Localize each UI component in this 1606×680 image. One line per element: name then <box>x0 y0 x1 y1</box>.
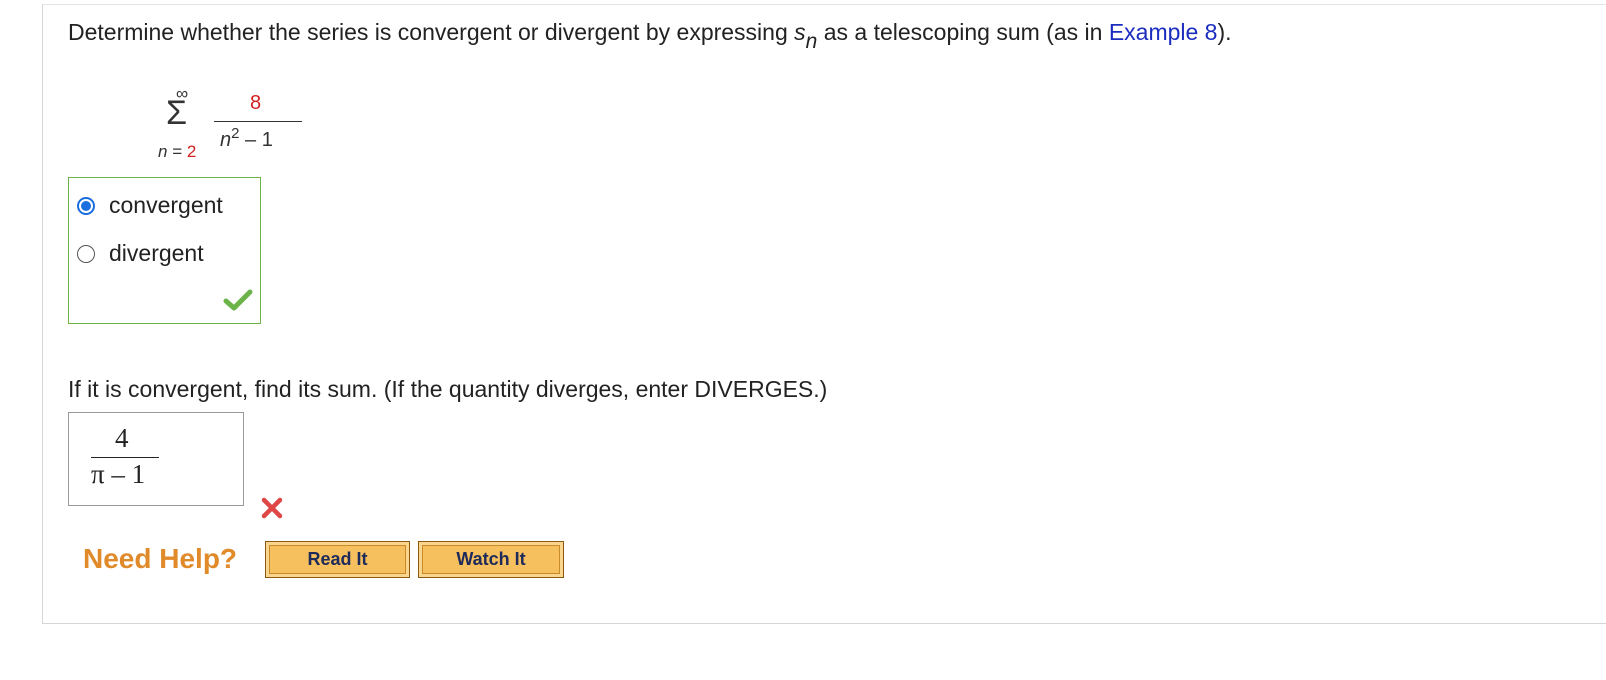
sum-answer-input[interactable]: 4 π – 1 <box>68 412 244 506</box>
choice-convergent[interactable]: convergent <box>77 192 223 219</box>
den-variable: n <box>220 129 232 151</box>
watch-it-button[interactable]: Watch It <box>418 541 564 578</box>
example-link[interactable]: Example 8 <box>1109 19 1218 45</box>
answer-choices: convergent divergent <box>68 177 261 324</box>
question-prefix: Determine whether the series is converge… <box>68 19 795 45</box>
x-mark-icon <box>261 497 283 519</box>
series-denominator: n2 – 1 <box>220 125 273 152</box>
choice-label-divergent: divergent <box>109 240 204 266</box>
answer-denominator: π – 1 <box>91 459 146 489</box>
answer-fraction-bar <box>91 457 159 458</box>
sum-question-text: If it is convergent, find its sum. (If t… <box>68 376 828 402</box>
radio-convergent[interactable] <box>77 196 95 215</box>
read-it-button[interactable]: Read It <box>265 541 410 578</box>
s-variable: s <box>794 19 806 45</box>
checkmark-icon <box>223 289 253 311</box>
lower-limit-eq: = <box>167 142 187 161</box>
series-numerator: 8 <box>250 92 262 114</box>
need-help-label: Need Help? <box>83 543 238 574</box>
sigma-symbol: Σ <box>166 94 188 132</box>
choice-divergent[interactable]: divergent <box>77 240 204 267</box>
lower-limit-value: 2 <box>186 142 197 161</box>
series-expression: ∞ Σ n = 2 8 n2 – 1 <box>150 84 320 169</box>
question-middle: as a telescoping sum (as in <box>817 19 1109 45</box>
radio-divergent[interactable] <box>77 244 95 263</box>
den-rest: – 1 <box>239 129 273 151</box>
den-exponent: 2 <box>231 125 240 142</box>
sum-lower-limit: n = 2 <box>158 142 196 162</box>
answer-numerator: 4 <box>115 423 129 453</box>
choice-label-convergent: convergent <box>109 192 223 218</box>
question-suffix: ). <box>1217 19 1232 45</box>
fraction-bar <box>214 121 302 122</box>
s-subscript: n <box>805 30 818 53</box>
question-text: Determine whether the series is converge… <box>68 19 1232 53</box>
